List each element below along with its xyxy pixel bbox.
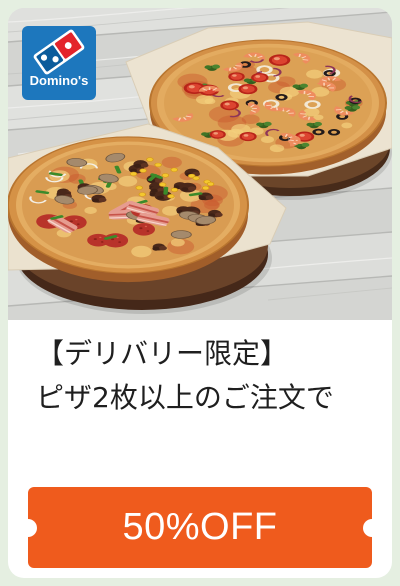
mixed-pizza [8, 136, 249, 283]
logo-text: Domino's [29, 73, 89, 88]
coupon-headline: 【デリバリー限定】 [36, 337, 289, 370]
discount-label: 50%OFF [122, 506, 278, 548]
coupon-text-block: 【デリバリー限定】 ピザ2枚以上のご注文で [36, 332, 334, 420]
coupon-card[interactable]: Domino's 【デリバリー限定】 ピザ2枚以上のご注文で 50%OFF [8, 8, 392, 578]
dominos-logo: Domino's [22, 26, 96, 100]
pizza-photo: Domino's [8, 8, 392, 320]
discount-button[interactable]: 50%OFF [19, 487, 381, 568]
coupon-description: ピザ2枚以上のご注文で [36, 381, 334, 414]
